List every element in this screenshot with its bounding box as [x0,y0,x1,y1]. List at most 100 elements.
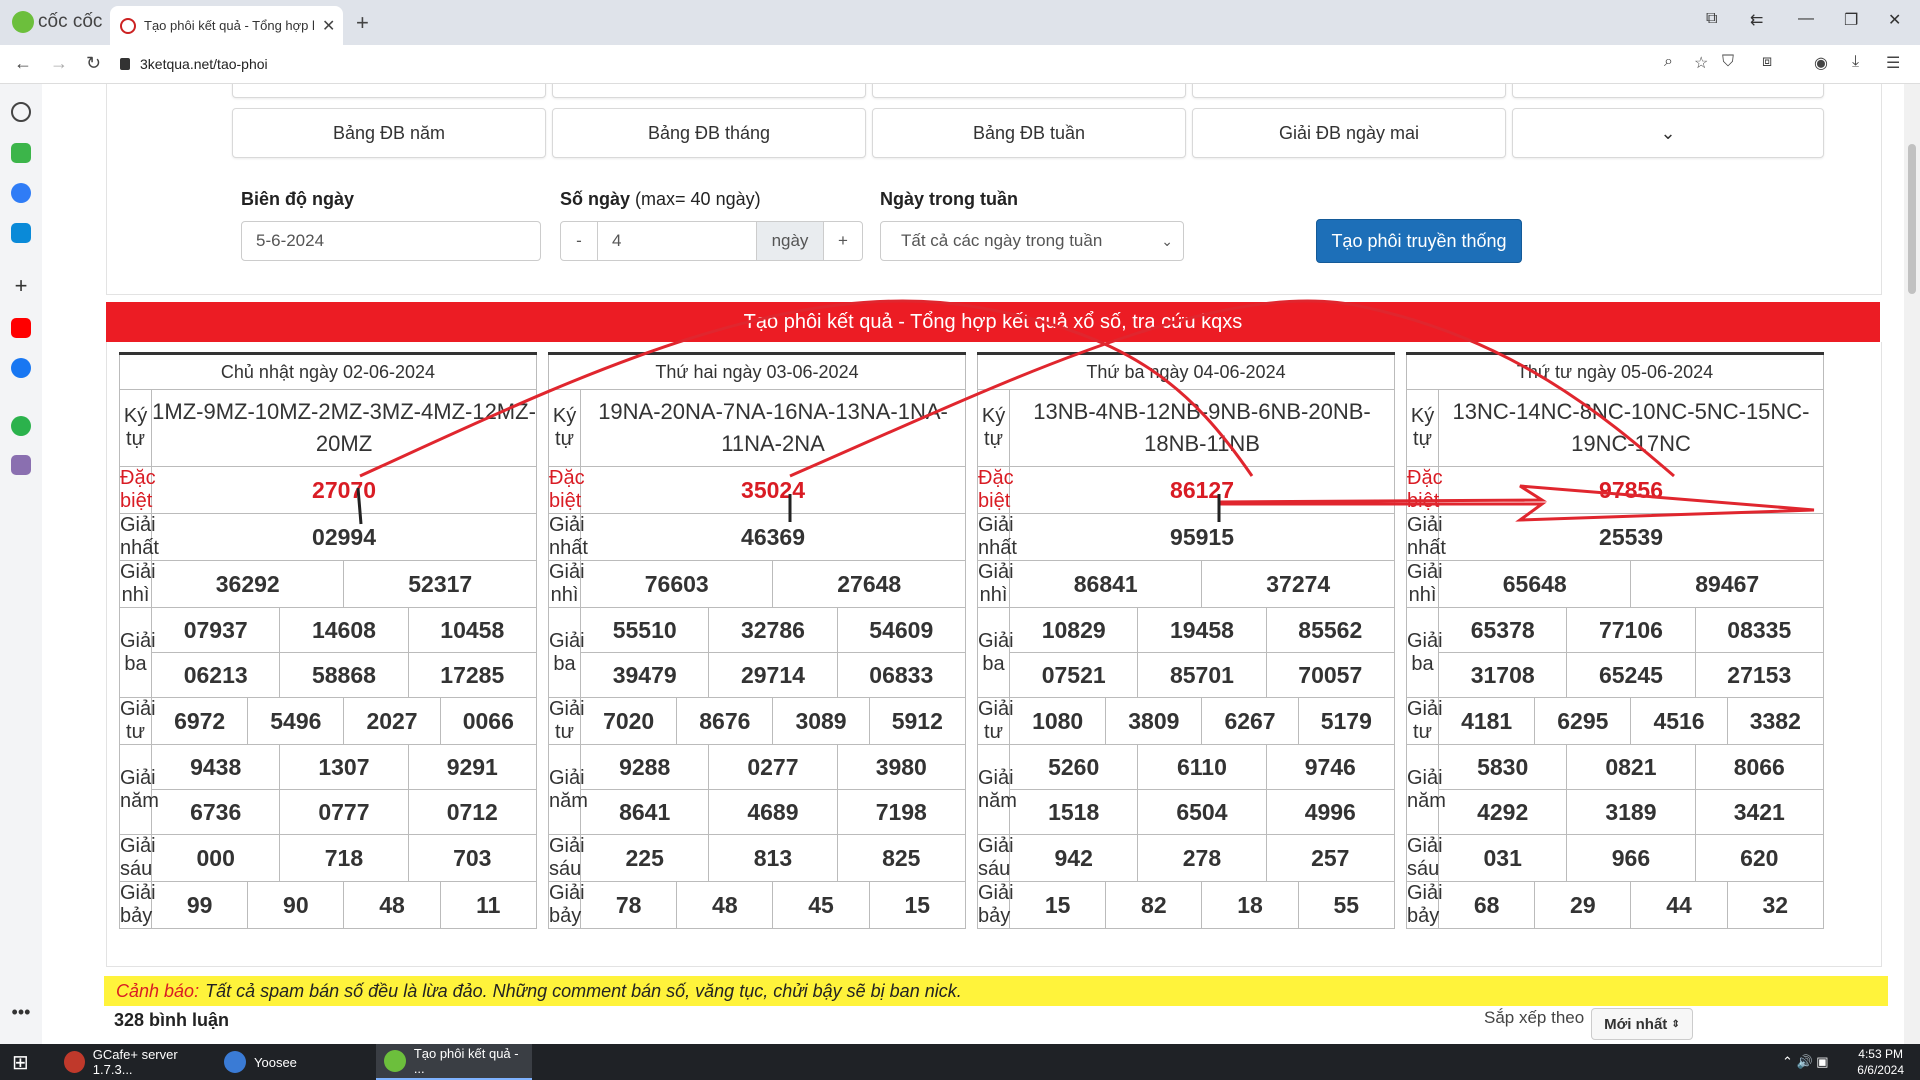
sort-select[interactable]: Mới nhất ⇕ [1591,1008,1693,1040]
prize-number: 14608 [279,607,409,653]
result-date: Thứ hai ngày 03-06-2024 [548,352,966,390]
prize-number: 85701 [1137,652,1267,698]
reload-icon[interactable]: ↻ [86,53,101,74]
row-label: Giải nhất [118,513,159,561]
profile-icon[interactable]: ◉ [1814,53,1828,73]
taskbar-item-browser[interactable]: Tạo phôi kết quả - ... [376,1044,532,1080]
app-shortcut-icon[interactable] [11,416,31,436]
row-label: Giải bảy [547,881,585,929]
result-date: Chủ nhật ngày 02-06-2024 [119,352,537,390]
special-prize: 97856 [1438,466,1824,514]
db-tomorrow-button[interactable]: Giải ĐB ngày mai [1192,108,1506,158]
row-label: Giải nhì [547,560,585,608]
row-label: Giải ba [118,607,156,698]
youtube-icon[interactable] [11,318,31,338]
history-icon[interactable] [11,102,31,122]
row-label: Giải nhất [976,513,1017,561]
windows-start-icon[interactable]: ⊞ [12,1044,29,1080]
prize-number: 3382 [1726,697,1825,745]
prize-number: 1080 [1009,697,1107,745]
kytu-value: 19NA-20NA-7NA-16NA-13NA-1NA-11NA-2NA [580,389,966,467]
quick-button-hidden[interactable] [872,84,1186,98]
menu-icon[interactable]: ☰ [1886,53,1900,73]
browser-tab[interactable]: Tạo phôi kết quả - Tổng hợp kết quả ✕ [110,6,343,45]
bookmark-star-icon[interactable]: ☆ [1694,53,1708,73]
days-hint: (max= 40 ngày) [635,189,761,209]
url-field[interactable]: 3ketqua.net/tao-phoi [120,50,1660,78]
extensions-icon[interactable]: ⧈ [1762,53,1772,71]
db-week-button[interactable]: Bảng ĐB tuần [872,108,1186,158]
add-shortcut-icon[interactable]: + [11,275,31,297]
prize-number: 3421 [1694,789,1825,835]
quick-button-hidden[interactable] [1192,84,1506,98]
chevron-down-icon: ⌄ [1161,232,1173,249]
minimize-icon[interactable]: — [1798,10,1814,28]
more-icon[interactable]: ••• [11,1002,31,1022]
tray-icons[interactable]: ⌃ 🔊 ▣ [1782,1044,1829,1080]
prize-number: 54609 [836,607,967,653]
date-input[interactable]: 5-6-2024 [241,221,541,261]
scrollbar-thumb[interactable] [1908,144,1916,294]
days-plus-button[interactable]: + [823,221,863,261]
prize-number: 8676 [676,697,774,745]
browser-brand[interactable]: cốc cốc [12,10,102,34]
close-tab-icon[interactable]: ✕ [322,16,335,36]
zalo-icon[interactable] [11,223,31,243]
row-label: Đặc biệt [1405,466,1443,514]
brand-label: cốc cốc [38,11,103,32]
messenger-icon[interactable] [11,183,31,203]
row-label: Giải sáu [118,834,156,882]
taskbar-item-gcafe[interactable]: GCafe+ server 1.7.3... [56,1044,214,1080]
row-label: Ký tự [118,389,153,467]
days-input[interactable]: 4 [597,221,757,261]
sort-label: Sắp xếp theo [1484,1008,1585,1027]
prize-number: 65648 [1438,560,1632,608]
clock[interactable]: 4:53 PM 6/6/2024 [1857,1046,1904,1078]
quick-button-hidden[interactable] [552,84,866,98]
windows-taskbar: ⊞ GCafe+ server 1.7.3... Yoosee Tạo phôi… [0,1044,1920,1080]
page-scrollbar[interactable] [1904,84,1920,1044]
game-shortcut-icon[interactable] [11,455,31,475]
prize-number: 6972 [151,697,249,745]
prize-number: 9438 [151,744,281,790]
prize-number: 27648 [772,560,966,608]
prize-number: 29714 [708,652,838,698]
download-icon[interactable]: ⤓ [1852,53,1859,71]
prize-number: 65245 [1566,652,1696,698]
prize-number: 18 [1201,881,1299,929]
prize-number: 5912 [868,697,967,745]
back-list-icon[interactable]: ⇇ [1750,10,1763,30]
prize-number: 620 [1694,834,1825,882]
prize-number: 8066 [1694,744,1825,790]
new-tab-icon[interactable]: + [356,10,369,36]
prize-number: 7020 [580,697,678,745]
row-label: Giải nhì [118,560,156,608]
ai-icon[interactable] [11,143,31,163]
row-label: Ký tự [1405,389,1440,467]
quick-button-hidden[interactable] [232,84,546,98]
prize-number: 07937 [151,607,281,653]
zoom-icon[interactable]: ⌕ [1664,53,1673,71]
facebook-icon[interactable] [11,358,31,378]
restore-icon[interactable]: ❐ [1844,10,1858,30]
days-minus-button[interactable]: - [560,221,598,261]
shield-icon[interactable]: ⛉ [1722,53,1734,71]
prize-number: 813 [708,834,838,882]
date-label: Biên độ ngày [241,189,355,209]
taskbar-item-yoosee[interactable]: Yoosee [216,1044,374,1080]
special-prize: 27070 [151,466,537,514]
forward-icon[interactable]: → [50,53,68,74]
weekday-select[interactable]: Tất cả các ngày trong tuần ⌄ [880,221,1184,261]
back-icon[interactable]: ← [14,53,32,74]
kytu-value: 1MZ-9MZ-10MZ-2MZ-3MZ-4MZ-12MZ-20MZ [151,389,537,467]
prize-number: 10829 [1009,607,1139,653]
generate-button[interactable]: Tạo phôi truyền thống [1316,219,1522,263]
screen-capture-icon[interactable]: ⧉ [1706,10,1717,28]
db-month-button[interactable]: Bảng ĐB tháng [552,108,866,158]
expand-button[interactable]: ⌄ [1512,108,1824,158]
prize-number: 8641 [580,789,710,835]
window-close-icon[interactable]: ✕ [1888,10,1901,30]
prize-number: 48 [343,881,441,929]
db-year-button[interactable]: Bảng ĐB năm [232,108,546,158]
quick-button-hidden[interactable] [1512,84,1824,98]
